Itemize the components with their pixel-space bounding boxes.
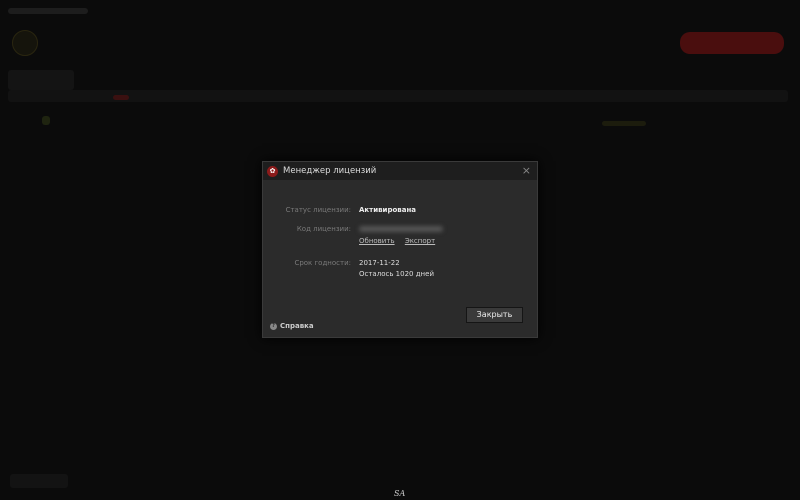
code-label: Код лицензии: <box>296 225 351 233</box>
background-title <box>8 8 88 14</box>
days-left: Осталось 1020 дней <box>359 270 434 278</box>
license-code-blurred <box>359 226 443 234</box>
background-badge <box>113 95 129 100</box>
status-value: Активирована <box>359 206 416 214</box>
close-button[interactable]: Закрыть <box>466 307 523 323</box>
expiry-label: Срок годности: <box>294 259 351 267</box>
help-icon: ? <box>270 322 277 330</box>
export-link[interactable]: Экспорт <box>405 237 435 245</box>
background-list-item-icon <box>42 116 50 125</box>
background-bottom-button[interactable] <box>10 474 68 488</box>
help-link[interactable]: ? Справка <box>270 322 314 330</box>
background-primary-button[interactable] <box>680 32 784 54</box>
refresh-link[interactable]: Обновить <box>359 237 395 245</box>
expiry-date: 2017-11-22 <box>359 259 400 267</box>
status-label: Статус лицензии: <box>285 206 351 214</box>
dialog-titlebar: ✿ Менеджер лицензий × <box>263 162 537 180</box>
background-status-bar <box>602 121 646 126</box>
help-label: Справка <box>280 322 314 330</box>
watermark: SA <box>394 489 406 498</box>
dialog-title: Менеджер лицензий <box>283 166 377 176</box>
close-icon[interactable]: × <box>522 164 531 177</box>
background-tab-active[interactable] <box>8 70 74 90</box>
background-avatar <box>12 30 38 56</box>
license-manager-dialog: ✿ Менеджер лицензий × Статус лицензии: А… <box>262 161 538 338</box>
app-logo-icon: ✿ <box>267 165 278 177</box>
